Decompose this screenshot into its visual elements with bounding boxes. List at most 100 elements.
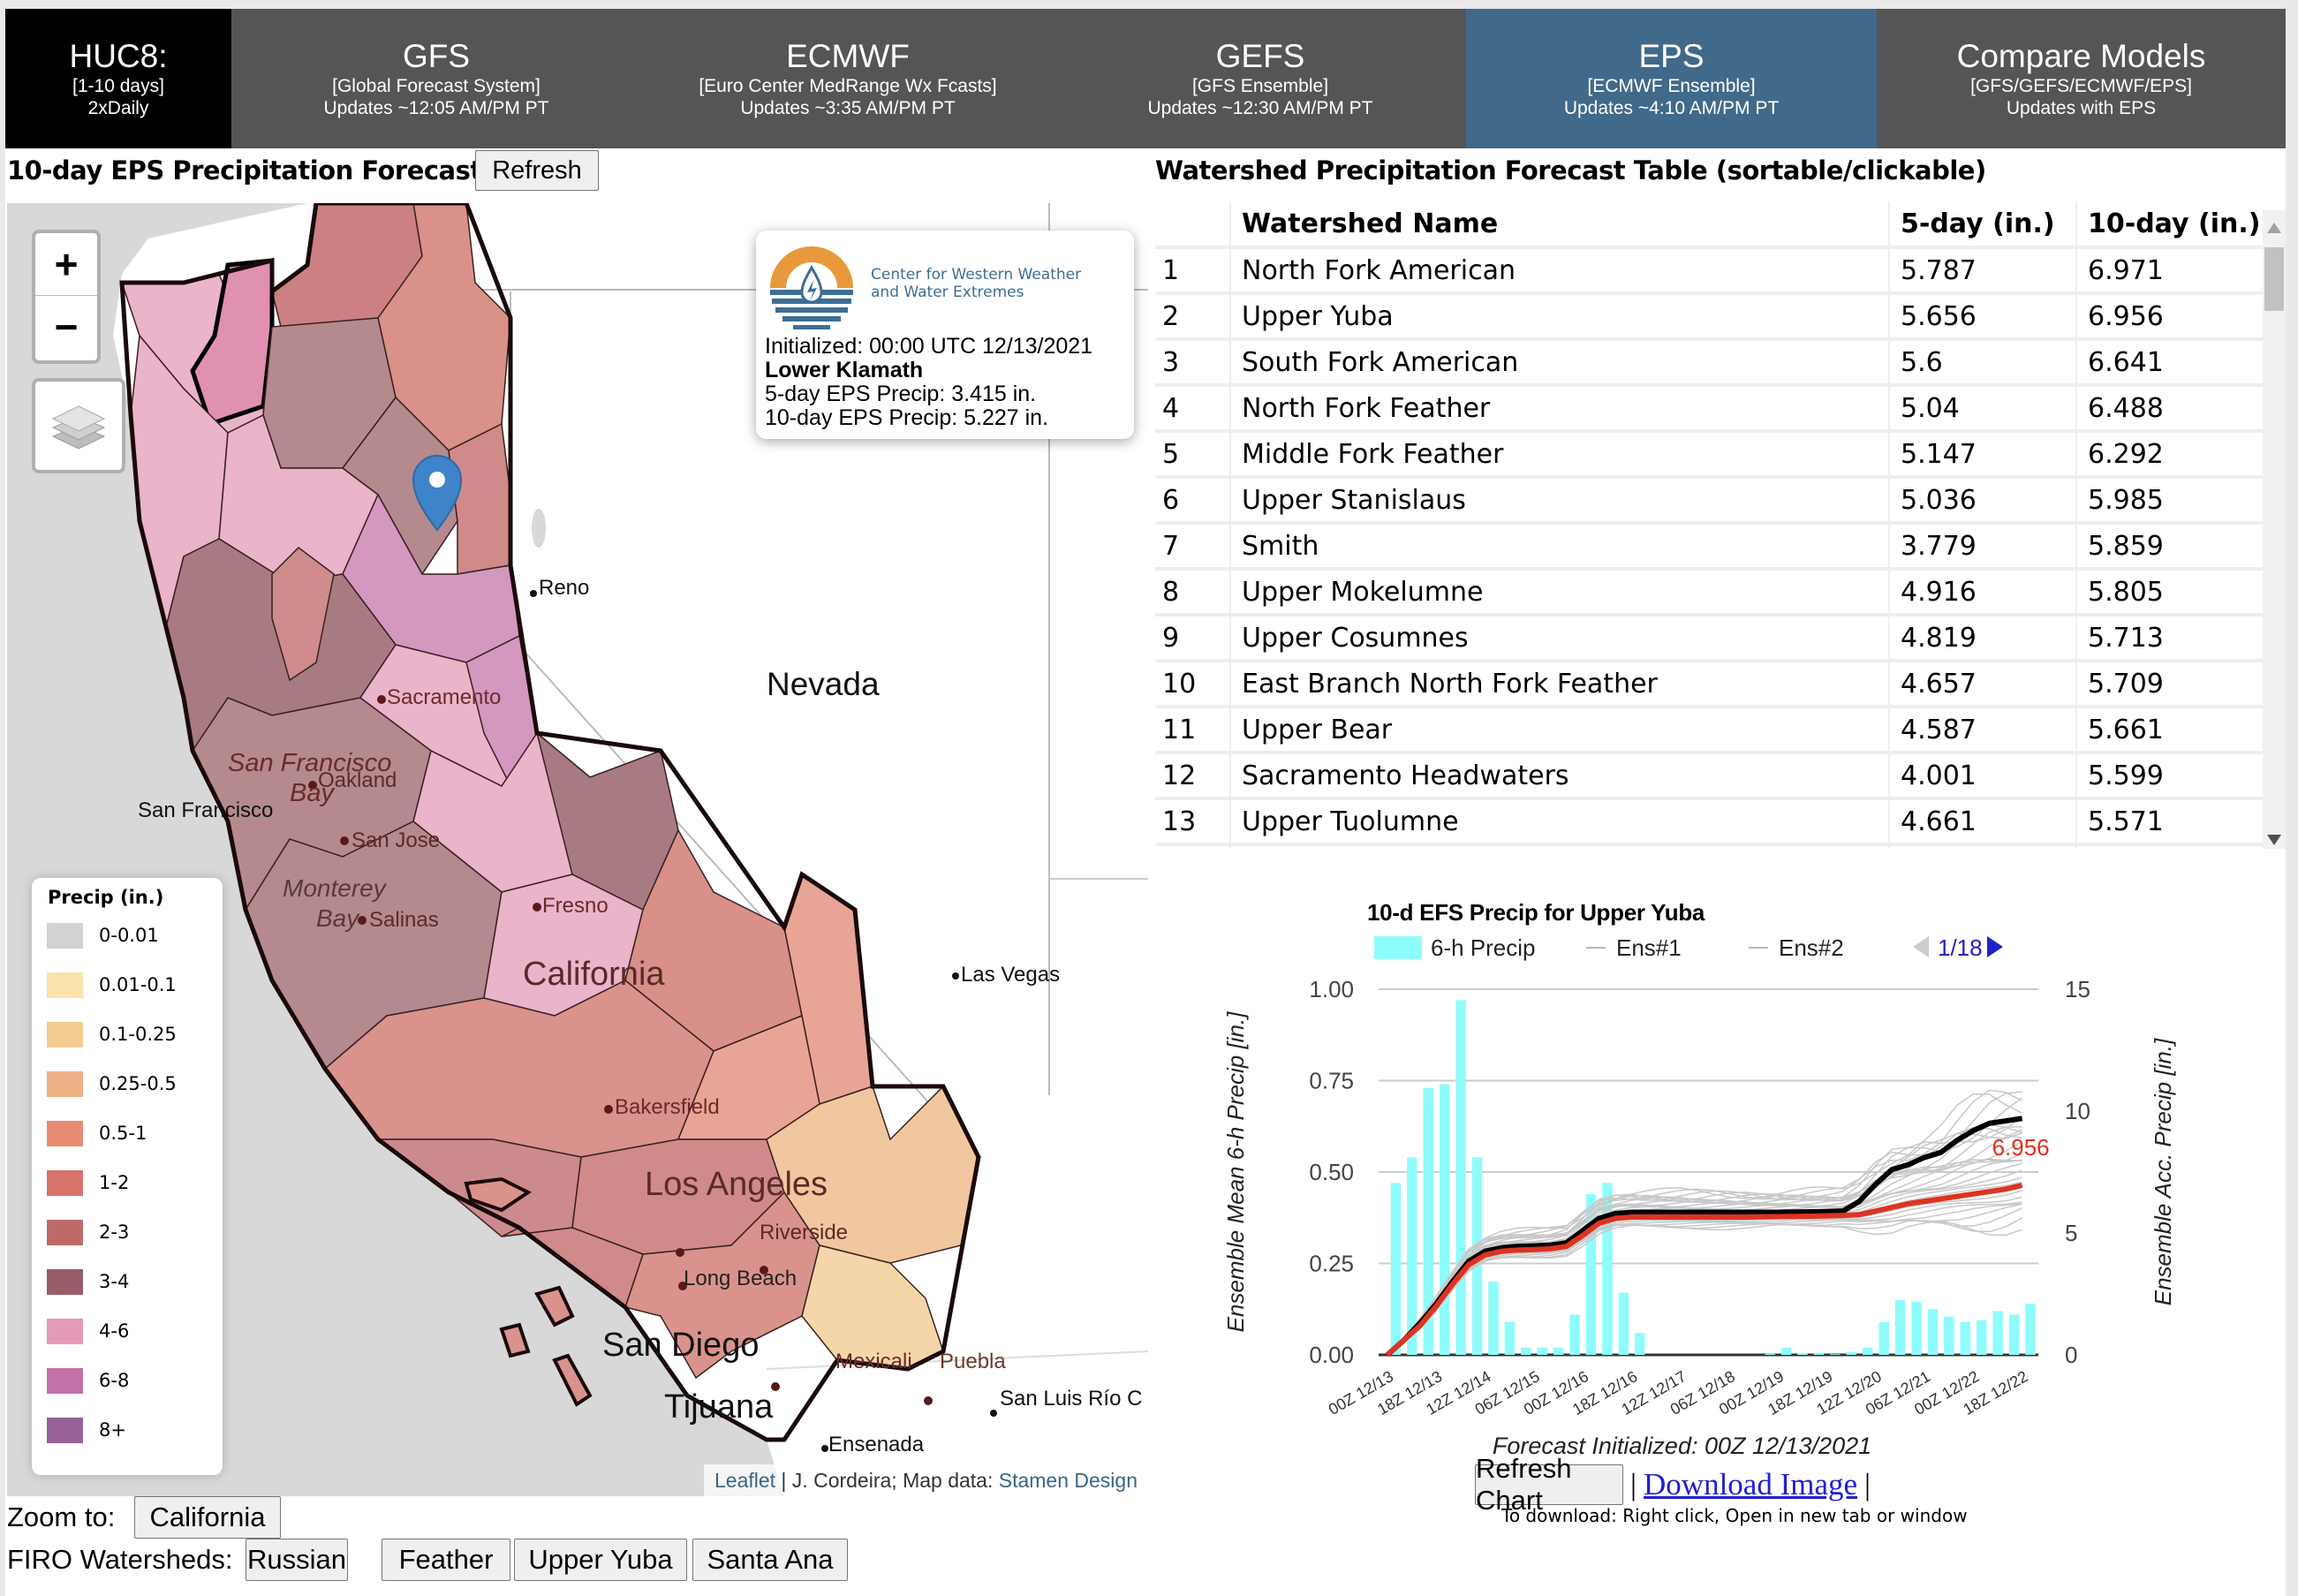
layers-button[interactable]	[32, 378, 125, 473]
cell-5day[interactable]: 4.001	[1889, 753, 2077, 800]
table-row[interactable]: 8 Upper Mokelumne 4.916 5.805	[1155, 569, 2263, 616]
cell-5day[interactable]: 4.916	[1889, 569, 2077, 616]
cell-watershed-name[interactable]: South Fork American	[1230, 339, 1890, 387]
cell-watershed-name[interactable]: Middle Fork Feather	[1230, 431, 1890, 479]
cell-clipped[interactable]	[1155, 844, 1231, 849]
cell-rank[interactable]: 13	[1155, 798, 1231, 846]
table-row[interactable]: 13 Upper Tuolumne 4.661 5.571	[1155, 798, 2263, 846]
cell-10day[interactable]: 6.971	[2076, 247, 2263, 295]
cell-rank[interactable]: 4	[1155, 385, 1231, 433]
table-row[interactable]: 7 Smith 3.779 5.859	[1155, 523, 2263, 571]
cell-5day[interactable]: 5.656	[1889, 293, 2077, 341]
firo-russian-button[interactable]: Russian	[246, 1539, 348, 1581]
cell-rank[interactable]: 6	[1155, 477, 1231, 525]
zoom-california-button[interactable]: California	[134, 1496, 281, 1539]
cell-5day[interactable]: 5.787	[1889, 247, 2077, 295]
cell-rank[interactable]: 8	[1155, 569, 1231, 616]
cell-5day[interactable]: 5.04	[1889, 385, 2077, 433]
cell-10day[interactable]: 5.571	[2076, 798, 2263, 846]
table-row[interactable]: 2 Upper Yuba 5.656 6.956	[1155, 293, 2263, 341]
cell-5day[interactable]: 4.661	[1889, 798, 2077, 846]
scroll-down-arrow-icon[interactable]	[2267, 835, 2281, 845]
cell-rank[interactable]: 1	[1155, 247, 1231, 295]
cell-10day[interactable]: 5.709	[2076, 661, 2263, 708]
tab-eps[interactable]: EPS [ECMWF Ensemble] Updates ~4:10 AM/PM…	[1466, 9, 1877, 148]
col-rank[interactable]	[1155, 201, 1231, 249]
table-row[interactable]: 11 Upper Bear 4.587 5.661	[1155, 707, 2263, 754]
zoom-in-button[interactable]: +	[35, 233, 97, 296]
cell-watershed-name[interactable]: Upper Bear	[1230, 707, 1890, 754]
cell-5day[interactable]: 5.036	[1889, 477, 2077, 525]
cell-10day[interactable]: 6.956	[2076, 293, 2263, 341]
table-row[interactable]: 12 Sacramento Headwaters 4.001 5.599	[1155, 753, 2263, 800]
zoom-out-button[interactable]: −	[35, 296, 97, 358]
table-row[interactable]: 4 North Fork Feather 5.04 6.488	[1155, 385, 2263, 433]
cell-10day[interactable]: 5.599	[2076, 753, 2263, 800]
cell-5day[interactable]: 3.779	[1889, 523, 2077, 571]
cell-watershed-name[interactable]: East Branch North Fork Feather	[1230, 661, 1890, 708]
cell-10day[interactable]: 5.985	[2076, 477, 2263, 525]
tab-compare-models[interactable]: Compare Models [GFS/GEFS/ECMWF/EPS] Upda…	[1877, 9, 2286, 148]
precip-map[interactable]: Reno Nevada Sacramento San Francisco Bay…	[7, 203, 1148, 1496]
table-row[interactable]: 6 Upper Stanislaus 5.036 5.985	[1155, 477, 2263, 525]
cell-rank[interactable]: 5	[1155, 431, 1231, 479]
cell-rank[interactable]: 3	[1155, 339, 1231, 387]
cell-10day[interactable]: 5.661	[2076, 707, 2263, 754]
firo-feather-button[interactable]: Feather	[382, 1539, 510, 1581]
table-row[interactable]: 5 Middle Fork Feather 5.147 6.292	[1155, 431, 2263, 479]
cell-5day[interactable]: 4.587	[1889, 707, 2077, 754]
cell-10day[interactable]: 5.713	[2076, 615, 2263, 662]
cell-5day[interactable]: 5.6	[1889, 339, 2077, 387]
scroll-thumb[interactable]	[2264, 247, 2284, 311]
cell-rank[interactable]: 2	[1155, 293, 1231, 341]
table-row-clipped[interactable]	[1155, 844, 2263, 849]
col-5day[interactable]: 5-day (in.)	[1889, 201, 2077, 249]
tab-gefs[interactable]: GEFS [GFS Ensemble] Updates ~12:30 AM/PM…	[1055, 9, 1466, 148]
cell-watershed-name[interactable]: Upper Cosumnes	[1230, 615, 1890, 662]
table-scrollbar[interactable]	[2263, 210, 2286, 849]
legend-prev-page-icon[interactable]	[1913, 936, 1929, 957]
table-row[interactable]: 1 North Fork American 5.787 6.971	[1155, 247, 2263, 295]
cell-5day[interactable]: 5.147	[1889, 431, 2077, 479]
table-row[interactable]: 10 East Branch North Fork Feather 4.657 5.7…	[1155, 661, 2263, 708]
col-watershed-name[interactable]: Watershed Name	[1230, 201, 1890, 249]
cell-10day[interactable]: 6.641	[2076, 339, 2263, 387]
scroll-up-arrow-icon[interactable]	[2267, 223, 2281, 233]
cell-watershed-name[interactable]: Upper Tuolumne	[1230, 798, 1890, 846]
cell-rank[interactable]: 10	[1155, 661, 1231, 708]
cell-watershed-name[interactable]: Upper Stanislaus	[1230, 477, 1890, 525]
tab-gfs[interactable]: GFS [Global Forecast System] Updates ~12…	[231, 9, 641, 148]
cell-watershed-name[interactable]: Sacramento Headwaters	[1230, 753, 1890, 800]
cell-clipped[interactable]	[1230, 844, 1890, 849]
stamen-link[interactable]: Stamen Design	[999, 1469, 1138, 1493]
refresh-chart-button[interactable]: Refresh Chart	[1475, 1453, 1623, 1516]
cell-5day[interactable]: 4.657	[1889, 661, 2077, 708]
cell-clipped[interactable]	[1889, 844, 2077, 849]
cell-10day[interactable]: 5.859	[2076, 523, 2263, 571]
firo-upper-yuba-button[interactable]: Upper Yuba	[514, 1539, 687, 1581]
cell-10day[interactable]: 6.292	[2076, 431, 2263, 479]
tab-huc8[interactable]: HUC8: [1-10 days] 2xDaily	[5, 9, 231, 148]
cell-watershed-name[interactable]: Upper Yuba	[1230, 293, 1890, 341]
cell-watershed-name[interactable]: Smith	[1230, 523, 1890, 571]
cell-watershed-name[interactable]: North Fork American	[1230, 247, 1890, 295]
cell-watershed-name[interactable]: Upper Mokelumne	[1230, 569, 1890, 616]
table-row[interactable]: 3 South Fork American 5.6 6.641	[1155, 339, 2263, 387]
cell-rank[interactable]: 9	[1155, 615, 1231, 662]
col-10day[interactable]: 10-day (in.)	[2076, 201, 2263, 249]
legend-next-page-icon[interactable]	[1987, 936, 2003, 957]
table-row[interactable]: 9 Upper Cosumnes 4.819 5.713	[1155, 615, 2263, 662]
download-image-link[interactable]: Download Image	[1644, 1467, 1857, 1502]
firo-santa-ana-button[interactable]: Santa Ana	[692, 1539, 848, 1581]
cell-rank[interactable]: 12	[1155, 753, 1231, 800]
cell-clipped[interactable]	[2076, 844, 2263, 849]
cell-watershed-name[interactable]: North Fork Feather	[1230, 385, 1890, 433]
leaflet-link[interactable]: Leaflet	[714, 1469, 775, 1493]
cell-rank[interactable]: 11	[1155, 707, 1231, 754]
tab-ecmwf[interactable]: ECMWF [Euro Center MedRange Wx Fcasts] U…	[641, 9, 1055, 148]
refresh-button[interactable]: Refresh	[475, 150, 599, 191]
cell-5day[interactable]: 4.819	[1889, 615, 2077, 662]
cell-10day[interactable]: 6.488	[2076, 385, 2263, 433]
cell-rank[interactable]: 7	[1155, 523, 1231, 571]
cell-10day[interactable]: 5.805	[2076, 569, 2263, 616]
